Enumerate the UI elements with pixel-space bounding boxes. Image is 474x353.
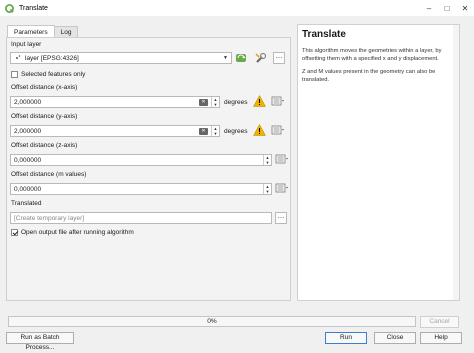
cancel-button[interactable]: Cancel bbox=[420, 316, 459, 328]
open-output-label: Open output file after running algorithm bbox=[21, 229, 134, 236]
offset-m-input[interactable]: 0,000000 ▲ ▼ bbox=[10, 183, 272, 195]
parameters-panel: Input layer layer [EPSG:4326] ▼ … Select… bbox=[6, 37, 291, 301]
window-controls: – □ ✕ bbox=[420, 0, 474, 16]
selected-features-label: Selected features only bbox=[21, 71, 86, 78]
output-placeholder: [Create temporary layer] bbox=[14, 214, 85, 222]
data-defined-override-icon[interactable] bbox=[275, 153, 289, 165]
input-layer-value: layer [EPSG:4326] bbox=[25, 54, 79, 62]
help-note: Z and M values present in the geometry c… bbox=[302, 69, 436, 83]
warning-icon bbox=[253, 95, 266, 107]
offset-z-label: Offset distance (z-axis) bbox=[11, 142, 78, 149]
offset-m-value: 0,000000 bbox=[14, 185, 42, 193]
open-output-checkbox[interactable] bbox=[11, 229, 18, 236]
iterate-icon[interactable] bbox=[235, 52, 247, 64]
browse-output-button[interactable]: … bbox=[275, 212, 287, 224]
wrench-settings-icon[interactable] bbox=[255, 52, 267, 64]
offset-z-value: 0,000000 bbox=[14, 156, 42, 164]
offset-y-input[interactable]: 2,000000 ✕ ▲ ▼ bbox=[10, 125, 220, 137]
offset-z-input[interactable]: 0,000000 ▲ ▼ bbox=[10, 154, 272, 166]
spinbox-arrows[interactable]: ▲ ▼ bbox=[211, 126, 219, 136]
selected-features-checkbox[interactable] bbox=[11, 71, 18, 78]
minimize-icon[interactable]: – bbox=[420, 0, 438, 16]
close-window-icon[interactable]: ✕ bbox=[456, 0, 474, 16]
close-button[interactable]: Close bbox=[374, 332, 416, 344]
window-title: Translate bbox=[19, 4, 48, 12]
title-bar: Translate – □ ✕ bbox=[0, 0, 474, 16]
output-label: Translated bbox=[11, 200, 42, 207]
offset-x-input[interactable]: 2,000000 ✕ ▲ ▼ bbox=[10, 96, 220, 108]
chevron-down-icon: ▼ bbox=[223, 55, 228, 61]
help-description: This algorithm moves the geometries with… bbox=[302, 48, 442, 62]
output-layer-input[interactable]: [Create temporary layer] bbox=[10, 212, 272, 224]
help-title: Translate bbox=[302, 29, 346, 40]
qgis-logo-icon bbox=[5, 3, 14, 13]
maximize-icon[interactable]: □ bbox=[438, 0, 456, 16]
run-button[interactable]: Run bbox=[325, 332, 367, 344]
help-button[interactable]: Help bbox=[420, 332, 462, 344]
progress-bar: 0% bbox=[8, 316, 416, 327]
help-scrollbar[interactable] bbox=[453, 25, 459, 300]
spinbox-arrows[interactable]: ▲ ▼ bbox=[263, 155, 271, 165]
browse-input-button[interactable]: … bbox=[273, 52, 285, 64]
offset-y-unit: degrees bbox=[224, 128, 248, 135]
clear-icon[interactable]: ✕ bbox=[199, 128, 208, 135]
offset-x-value: 2,000000 bbox=[14, 98, 42, 106]
offset-m-label: Offset distance (m values) bbox=[11, 171, 87, 178]
offset-x-unit: degrees bbox=[224, 99, 248, 106]
data-defined-override-icon[interactable] bbox=[275, 182, 289, 194]
offset-y-value: 2,000000 bbox=[14, 127, 42, 135]
warning-icon bbox=[253, 124, 266, 136]
offset-x-label: Offset distance (x-axis) bbox=[11, 84, 78, 91]
data-defined-override-icon[interactable] bbox=[271, 124, 285, 136]
point-layer-icon bbox=[16, 55, 21, 59]
help-panel: Translate This algorithm moves the geome… bbox=[297, 24, 460, 301]
clear-icon[interactable]: ✕ bbox=[199, 99, 208, 106]
input-layer-select[interactable]: layer [EPSG:4326] ▼ bbox=[10, 52, 232, 64]
batch-process-button[interactable]: Run as Batch Process... bbox=[6, 332, 74, 351]
input-layer-label: Input layer bbox=[11, 41, 42, 48]
spinbox-arrows[interactable]: ▲ ▼ bbox=[211, 97, 219, 107]
data-defined-override-icon[interactable] bbox=[271, 95, 285, 107]
offset-y-label: Offset distance (y-axis) bbox=[11, 113, 78, 120]
spinbox-arrows[interactable]: ▲ ▼ bbox=[263, 184, 271, 194]
